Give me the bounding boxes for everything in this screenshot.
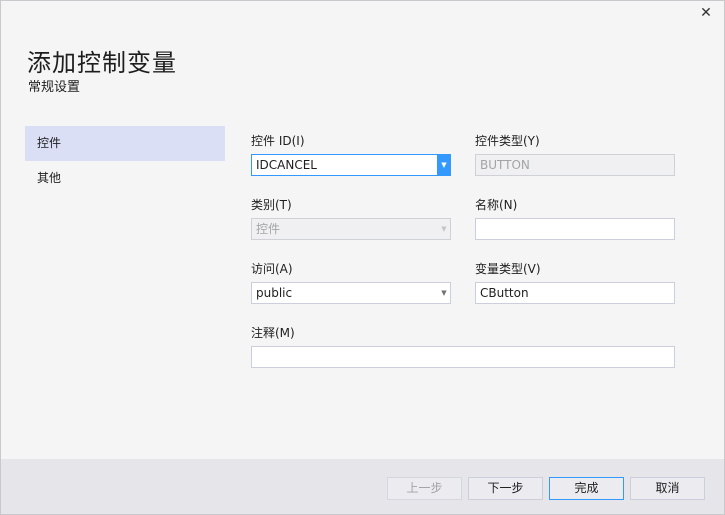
nav-item-controls[interactable]: 控件 <box>25 126 225 161</box>
name-field[interactable] <box>475 218 675 240</box>
category-value: 控件 <box>256 222 281 236</box>
chevron-down-icon[interactable]: ▼ <box>438 283 450 303</box>
control-type-field: BUTTON <box>475 154 675 176</box>
comment-label: 注释(M) <box>251 326 295 340</box>
settings-nav: 控件 其他 <box>25 126 225 196</box>
control-type-label: 控件类型(Y) <box>475 134 540 148</box>
access-combobox[interactable]: public ▼ <box>251 282 451 304</box>
category-label: 类别(T) <box>251 198 292 212</box>
dialog-title: 添加控制变量 <box>27 49 177 77</box>
control-id-value: IDCANCEL <box>256 158 317 172</box>
comment-field[interactable] <box>251 346 675 368</box>
dialog-subtitle: 常规设置 <box>28 80 81 95</box>
var-type-value: CButton <box>480 286 529 300</box>
chevron-down-icon: ▼ <box>441 225 447 233</box>
control-id-label: 控件 ID(I) <box>251 134 305 148</box>
close-icon[interactable]: ✕ <box>698 5 714 21</box>
category-combobox: 控件 ▼ <box>251 218 451 240</box>
next-button[interactable]: 下一步 <box>468 477 543 500</box>
var-type-label: 变量类型(V) <box>475 262 541 276</box>
chevron-down-icon[interactable]: ▼ <box>437 155 450 175</box>
nav-item-other[interactable]: 其他 <box>25 161 225 196</box>
prev-button[interactable]: 上一步 <box>387 477 462 500</box>
finish-button[interactable]: 完成 <box>549 477 624 500</box>
var-type-field[interactable]: CButton <box>475 282 675 304</box>
access-label: 访问(A) <box>251 262 293 276</box>
access-value: public <box>256 286 293 300</box>
cancel-button[interactable]: 取消 <box>630 477 705 500</box>
add-control-variable-dialog: ✕ 添加控制变量 常规设置 控件 其他 控件 ID(I) IDCANCEL ▼ … <box>0 0 725 515</box>
name-label: 名称(N) <box>475 198 518 212</box>
control-type-value: BUTTON <box>480 158 530 172</box>
control-id-combobox[interactable]: IDCANCEL ▼ <box>251 154 451 176</box>
